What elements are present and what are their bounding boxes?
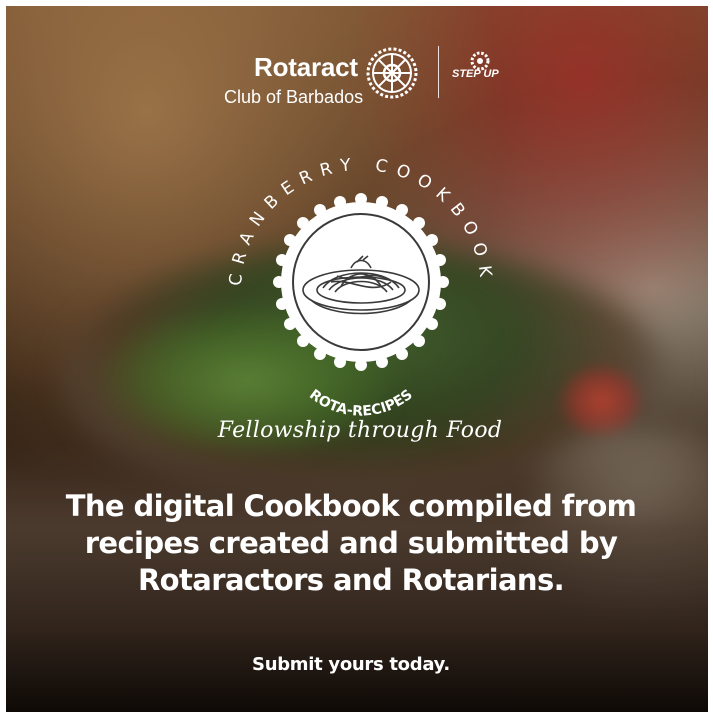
logo-row: Rotaract Club of Barbados STEP UP <box>218 40 518 110</box>
rotary-wheel-icon <box>366 47 418 99</box>
club-name: Club of Barbados <box>224 87 364 107</box>
step-up-wordmark: STEP UP <box>452 68 499 80</box>
step-up-logo: STEP UP <box>450 48 506 92</box>
rotaract-wordmark: Rotaract <box>254 52 358 82</box>
tagline: Fellowship through Food <box>217 418 503 443</box>
cookbook-emblem: CRANBERRY COOKBOOK ROTA-RECIPES <box>226 155 488 420</box>
headline: The digital Cookbook compiled from recip… <box>65 489 637 597</box>
rota-recipes-badge: ROTA-RECIPES <box>306 387 415 420</box>
call-to-action: Submit yours today. <box>252 654 450 675</box>
logo-divider <box>438 46 439 98</box>
